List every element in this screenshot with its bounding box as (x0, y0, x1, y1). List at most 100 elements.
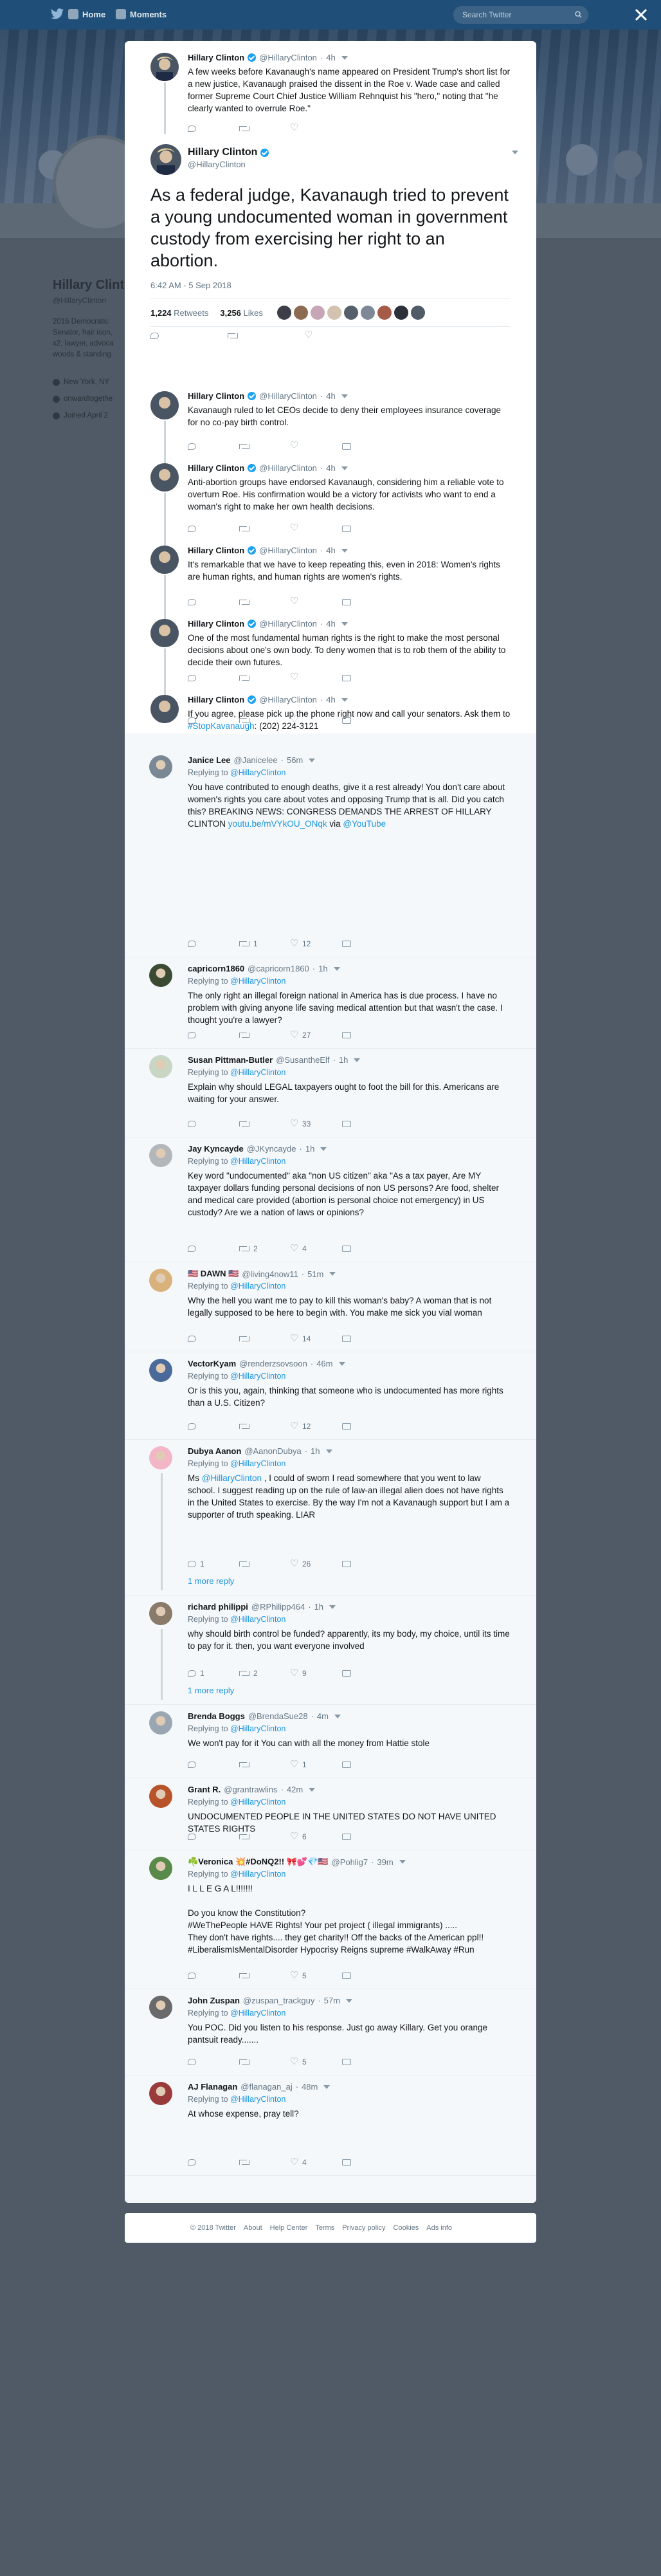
like-button[interactable] (290, 595, 342, 607)
nav-home[interactable]: Home (68, 9, 105, 19)
dm-button[interactable] (342, 1973, 394, 1979)
like-button[interactable] (290, 439, 342, 451)
tweet-time[interactable]: 1h (311, 1446, 320, 1456)
search-icon[interactable] (575, 11, 582, 18)
tweet-time[interactable]: 51m (307, 1269, 323, 1279)
mention-link[interactable]: @HillaryClinton (230, 1724, 285, 1733)
avatar[interactable] (149, 2082, 172, 2105)
like-button[interactable] (290, 122, 342, 133)
reply-button[interactable] (188, 1246, 239, 1252)
mention-link[interactable]: @HillaryClinton (202, 1473, 262, 1483)
reply-button[interactable] (188, 598, 239, 605)
like-button[interactable]: 4 (290, 2156, 342, 2167)
tweet-time[interactable]: 1h (305, 1144, 314, 1154)
reply-tweet[interactable]: John Zuspan @zuspan_trackguy · 57m Replying … (125, 1989, 536, 2075)
dm-button[interactable] (342, 1762, 394, 1768)
tweet-time[interactable]: 39m (377, 1857, 393, 1867)
retweet-button[interactable] (239, 675, 291, 681)
author-handle[interactable]: @HillaryClinton (259, 463, 317, 473)
chevron-down-icon[interactable] (333, 966, 340, 971)
author-name[interactable]: Dubya Aanon (188, 1446, 241, 1456)
retweet-button[interactable] (239, 443, 291, 450)
avatar[interactable] (394, 306, 408, 320)
avatar[interactable] (310, 306, 325, 320)
dm-button[interactable] (342, 525, 394, 532)
avatar[interactable] (149, 755, 172, 778)
reply-tweet[interactable]: ☘️Veronica 💥#DoNQ2!! 🎀💕💎🇺🇸 @Pohlig7 · 39m Re… (125, 1850, 536, 1989)
author-name[interactable]: Jay Kyncayde (188, 1144, 244, 1154)
chevron-down-icon[interactable] (323, 2084, 330, 2089)
reply-button[interactable] (150, 332, 202, 339)
avatar[interactable] (149, 1269, 172, 1292)
author-name[interactable]: Janice Lee (188, 755, 231, 765)
profile-website[interactable]: onwardtogethe (53, 395, 113, 403)
search-input[interactable]: Search Twitter (453, 6, 588, 24)
author-handle[interactable]: @AanonDubya (244, 1446, 301, 1456)
reply-tweet[interactable]: Grant R. @grantrawlins · 42m Replying to @Hi… (125, 1778, 536, 1850)
avatar[interactable] (149, 1857, 172, 1880)
author-handle[interactable]: @capricorn1860 (248, 964, 309, 973)
retweet-button[interactable] (239, 2159, 291, 2166)
footer-link[interactable]: Terms (315, 2224, 334, 2232)
author-handle[interactable]: @Janicelee (234, 755, 278, 765)
chevron-down-icon[interactable] (354, 1058, 361, 1062)
reply-tweet[interactable]: Brenda Boggs @BrendaSue28 · 4m Replying to @… (125, 1705, 536, 1778)
chevron-down-icon[interactable] (341, 548, 348, 553)
avatar[interactable] (150, 391, 179, 419)
twitter-bird-icon[interactable] (50, 8, 64, 20)
reply-button[interactable] (188, 1834, 239, 1840)
chevron-down-icon[interactable] (329, 1605, 336, 1609)
dm-button[interactable] (342, 2159, 394, 2166)
reply-button[interactable] (188, 2059, 239, 2065)
avatar[interactable] (150, 463, 179, 492)
mention-link[interactable]: @HillaryClinton (230, 1615, 285, 1624)
dm-button[interactable] (342, 941, 394, 947)
chevron-down-icon[interactable] (320, 1146, 327, 1151)
avatar[interactable] (149, 1144, 172, 1167)
author-handle[interactable]: @flanagan_aj (240, 2082, 292, 2092)
tweet-time[interactable]: 4m (317, 1711, 329, 1721)
footer-link[interactable]: Cookies (394, 2224, 419, 2232)
nav-moments[interactable]: Moments (116, 9, 167, 19)
dm-button[interactable] (342, 2059, 394, 2065)
url-link[interactable]: youtu.be/mVYkOU_ONqk (228, 819, 327, 829)
retweet-button[interactable] (239, 1423, 291, 1430)
author-name[interactable]: Brenda Boggs (188, 1711, 245, 1721)
reply-tweet[interactable]: AJ Flanagan @flanagan_aj · 48m Replying to @… (125, 2075, 536, 2176)
retweet-button[interactable] (239, 599, 291, 605)
reply-button[interactable] (188, 674, 239, 681)
chevron-down-icon[interactable] (329, 1272, 336, 1276)
like-button[interactable]: 4 (290, 1242, 342, 1254)
mention-link[interactable]: @HillaryClinton (230, 1068, 285, 1077)
retweet-button[interactable] (239, 1834, 291, 1840)
chevron-down-icon[interactable] (309, 758, 316, 762)
chevron-down-icon[interactable] (341, 466, 348, 470)
chevron-down-icon[interactable] (309, 1787, 316, 1792)
avatar[interactable] (149, 1785, 172, 1808)
retweet-button[interactable] (239, 2059, 291, 2065)
dm-button[interactable] (342, 1561, 394, 1567)
retweet-button[interactable]: 2 (239, 1669, 291, 1678)
mention-link[interactable]: @YouTube (343, 819, 386, 829)
tweet-time[interactable]: 46m (316, 1359, 332, 1368)
like-button[interactable] (304, 329, 356, 340)
like-button[interactable]: 27 (290, 1029, 342, 1040)
mention-link[interactable]: @HillaryClinton (230, 1372, 285, 1381)
tweet-time[interactable]: 4h (326, 391, 335, 401)
thread-tweet[interactable]: Hillary Clinton @HillaryClinton · 4h Anti-ab… (125, 459, 536, 549)
avatar[interactable] (276, 306, 291, 320)
mention-link[interactable]: @HillaryClinton (230, 2095, 285, 2104)
author-handle[interactable]: @HillaryClinton (259, 695, 317, 704)
author-name[interactable]: ☘️Veronica 💥#DoNQ2!! 🎀💕💎🇺🇸 (188, 1857, 329, 1867)
reply-tweet[interactable]: Janice Lee @Janicelee · 56m Replying to @Hil… (125, 749, 536, 957)
dm-button[interactable] (342, 1246, 394, 1252)
reply-tweet[interactable]: Dubya Aanon @AanonDubya · 1h Replying to @Hi… (125, 1440, 536, 1596)
chevron-down-icon[interactable] (346, 1998, 353, 2003)
tweet-time[interactable]: 1h (339, 1055, 348, 1065)
author-name[interactable]: Hillary Clinton (188, 695, 244, 704)
author-name[interactable]: richard philippi (188, 1602, 248, 1612)
main-tweet-avatar[interactable] (150, 144, 181, 175)
footer-link[interactable]: Privacy policy (342, 2224, 385, 2232)
reply-button[interactable] (188, 1973, 239, 1979)
reply-tweet[interactable]: Jay Kyncayde @JKyncayde · 1h Replying to @Hi… (125, 1137, 536, 1262)
